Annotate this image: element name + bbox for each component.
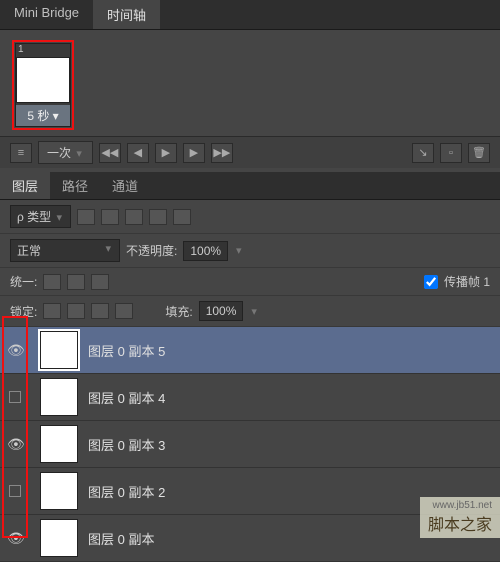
prev-frame-icon[interactable]: ◀	[127, 143, 149, 163]
layer-name: 图层 0 副本 4	[88, 388, 165, 407]
fill-input[interactable]: 100%	[199, 301, 244, 321]
visibility-toggle[interactable]: 👁	[0, 530, 30, 546]
layer-row[interactable]: 图层 0 副本 4	[0, 374, 500, 421]
fill-label: 填充:	[165, 303, 192, 320]
tween-icon[interactable]: ↘	[412, 143, 434, 163]
filter-row: ρ 类型 ▾	[0, 200, 500, 234]
filter-smart-icon[interactable]	[173, 209, 191, 225]
frame-number: 1	[16, 44, 70, 55]
eye-icon: 👁	[7, 342, 23, 358]
timeline-menu-icon[interactable]: ≡	[10, 143, 32, 163]
opacity-label: 不透明度:	[126, 242, 177, 259]
lock-pixels-icon[interactable]	[43, 303, 61, 319]
layer-thumbnail	[40, 331, 78, 369]
frame-thumbnail	[16, 57, 70, 103]
lock-row: 锁定: 填充: 100% ▾	[0, 296, 500, 327]
watermark: www.jb51.net 脚本之家	[420, 497, 500, 538]
first-frame-icon[interactable]: ◀◀	[99, 143, 121, 163]
tab-mini-bridge[interactable]: Mini Bridge	[0, 0, 93, 29]
unify-position-icon[interactable]	[43, 274, 61, 290]
tab-timeline[interactable]: 时间轴	[93, 0, 160, 29]
eye-icon: 👁	[7, 436, 23, 452]
tab-channels[interactable]: 通道	[100, 172, 150, 199]
unify-label: 统一:	[10, 273, 37, 290]
unify-visibility-icon[interactable]	[67, 274, 85, 290]
hidden-box-icon	[9, 391, 21, 403]
next-frame-icon[interactable]: ▶	[183, 143, 205, 163]
propagate-checkbox[interactable]	[424, 275, 438, 289]
timeline-tabs: Mini Bridge 时间轴	[0, 0, 500, 30]
new-frame-icon[interactable]: ▫	[440, 143, 462, 163]
propagate-label: 传播帧 1	[444, 273, 490, 290]
timeline-controls: ≡ 一次 ▾ ◀◀ ◀ ▶ ▶ ▶▶ ↘ ▫ 🗑	[0, 136, 500, 168]
frame-delay[interactable]: 5 秒 ▾	[16, 105, 70, 126]
tab-layers[interactable]: 图层	[0, 172, 50, 199]
lock-icon[interactable]	[115, 303, 133, 319]
filter-type-icon[interactable]	[125, 209, 143, 225]
timeline-frame-1[interactable]: 1 5 秒 ▾	[15, 43, 71, 127]
frame-highlight: 1 5 秒 ▾	[12, 40, 74, 130]
loop-select[interactable]: 一次 ▾	[38, 141, 93, 164]
filter-pixel-icon[interactable]	[77, 209, 95, 225]
layer-row[interactable]: 👁 图层 0 副本 3	[0, 421, 500, 468]
unify-row: 统一: 传播帧 1	[0, 268, 500, 296]
opacity-input[interactable]: 100%	[183, 241, 228, 261]
layer-thumbnail	[40, 378, 78, 416]
filter-adjust-icon[interactable]	[101, 209, 119, 225]
blend-row: 正常 ▾ 不透明度: 100% ▾	[0, 234, 500, 268]
layer-row[interactable]: 👁 图层 0 副本 5	[0, 327, 500, 374]
delete-frame-icon[interactable]: 🗑	[468, 143, 490, 163]
lock-all-icon[interactable]	[91, 303, 109, 319]
lock-position-icon[interactable]	[67, 303, 85, 319]
frame-strip: 1 5 秒 ▾	[0, 30, 500, 136]
layer-name: 图层 0 副本 2	[88, 482, 165, 501]
filter-shape-icon[interactable]	[149, 209, 167, 225]
layers-tabs: 图层 路径 通道	[0, 172, 500, 200]
tab-paths[interactable]: 路径	[50, 172, 100, 199]
layer-name: 图层 0 副本	[88, 529, 154, 548]
layer-thumbnail	[40, 472, 78, 510]
visibility-toggle[interactable]: 👁	[0, 436, 30, 452]
visibility-toggle[interactable]	[0, 485, 30, 497]
visibility-toggle[interactable]	[0, 391, 30, 403]
layer-thumbnail	[40, 425, 78, 463]
kind-filter[interactable]: ρ 类型 ▾	[10, 205, 71, 228]
layer-thumbnail	[40, 519, 78, 557]
visibility-toggle[interactable]: 👁	[0, 342, 30, 358]
blend-mode-select[interactable]: 正常 ▾	[10, 239, 120, 262]
layer-name: 图层 0 副本 5	[88, 341, 165, 360]
play-icon[interactable]: ▶	[155, 143, 177, 163]
unify-style-icon[interactable]	[91, 274, 109, 290]
eye-icon: 👁	[7, 530, 23, 546]
lock-label: 锁定:	[10, 303, 37, 320]
hidden-box-icon	[9, 485, 21, 497]
layer-name: 图层 0 副本 3	[88, 435, 165, 454]
last-frame-icon[interactable]: ▶▶	[211, 143, 233, 163]
